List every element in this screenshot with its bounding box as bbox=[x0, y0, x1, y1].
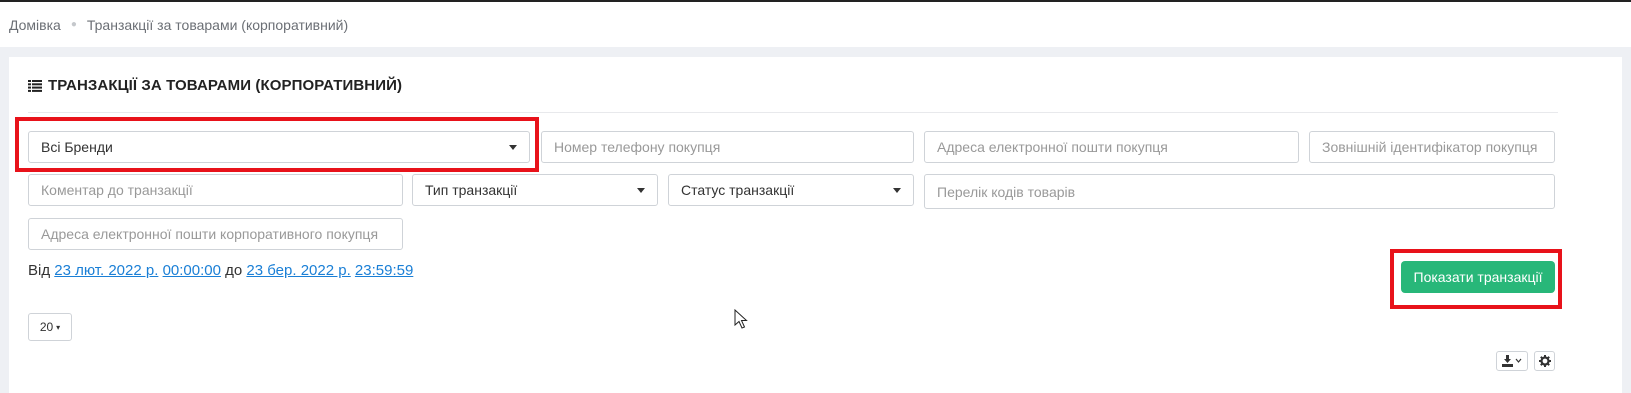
breadcrumb-current: Транзакції за товарами (корпоративний) bbox=[86, 16, 349, 33]
comment-field[interactable] bbox=[28, 174, 403, 206]
breadcrumb: Домівка ● Транзакції за товарами (корпор… bbox=[0, 2, 1631, 47]
show-transactions-button[interactable]: Показати транзакції bbox=[1401, 261, 1555, 293]
page-size-value: 20 bbox=[39, 320, 54, 334]
transaction-type-select[interactable]: Тип транзакції bbox=[412, 174, 658, 206]
buyer-phone-input[interactable] bbox=[554, 139, 901, 155]
buyer-phone-field[interactable] bbox=[541, 131, 914, 163]
date-range: Від 23 лют. 2022 р. 00:00:00 до 23 бер. … bbox=[28, 262, 413, 279]
transaction-status-select[interactable]: Статус транзакції bbox=[668, 174, 914, 206]
transactions-card: ТРАНЗАКЦІЇ ЗА ТОВАРАМИ (КОРПОРАТИВНИЙ) В… bbox=[9, 57, 1622, 393]
comment-input[interactable] bbox=[41, 182, 390, 198]
export-button[interactable] bbox=[1496, 351, 1528, 371]
external-id-field[interactable] bbox=[1309, 131, 1555, 163]
brand-select-value: Всі Бренди bbox=[41, 139, 113, 155]
transaction-status-value: Статус транзакції bbox=[681, 182, 795, 198]
caret-down-icon bbox=[893, 187, 901, 193]
time-to-link[interactable]: 23:59:59 bbox=[355, 262, 413, 279]
settings-button[interactable] bbox=[1534, 351, 1555, 371]
scrollbar-track[interactable] bbox=[1622, 47, 1631, 393]
corporate-email-input[interactable] bbox=[41, 226, 390, 242]
breadcrumb-separator-icon: ● bbox=[70, 19, 77, 30]
date-from-label: Від bbox=[28, 262, 51, 279]
external-id-input[interactable] bbox=[1322, 139, 1542, 155]
gear-icon bbox=[1538, 355, 1551, 367]
date-from-link[interactable]: 23 лют. 2022 р. bbox=[54, 262, 158, 279]
page-size-select[interactable]: 20 ▾ bbox=[28, 313, 72, 341]
mouse-cursor-icon bbox=[734, 309, 748, 329]
divider bbox=[28, 112, 1558, 113]
transaction-type-value: Тип транзакції bbox=[425, 182, 518, 198]
date-to-link[interactable]: 23 бер. 2022 р. bbox=[246, 262, 350, 279]
breadcrumb-home[interactable]: Домівка bbox=[9, 17, 61, 33]
corporate-email-field[interactable] bbox=[28, 218, 403, 250]
caret-down-icon bbox=[509, 144, 517, 150]
card-header: ТРАНЗАКЦІЇ ЗА ТОВАРАМИ (КОРПОРАТИВНИЙ) bbox=[28, 77, 402, 94]
caret-down-icon bbox=[637, 187, 645, 193]
date-to-label: до bbox=[225, 262, 243, 279]
list-icon bbox=[28, 79, 42, 92]
product-codes-field[interactable] bbox=[924, 174, 1555, 209]
product-codes-input[interactable] bbox=[937, 183, 1542, 200]
buyer-email-input[interactable] bbox=[937, 139, 1286, 155]
download-icon bbox=[1502, 355, 1522, 367]
page-title: ТРАНЗАКЦІЇ ЗА ТОВАРАМИ (КОРПОРАТИВНИЙ) bbox=[48, 77, 403, 94]
chevron-down-icon: ▾ bbox=[56, 322, 61, 332]
buyer-email-field[interactable] bbox=[924, 131, 1299, 163]
time-from-link[interactable]: 00:00:00 bbox=[163, 262, 221, 279]
brand-select[interactable]: Всі Бренди bbox=[28, 131, 530, 163]
